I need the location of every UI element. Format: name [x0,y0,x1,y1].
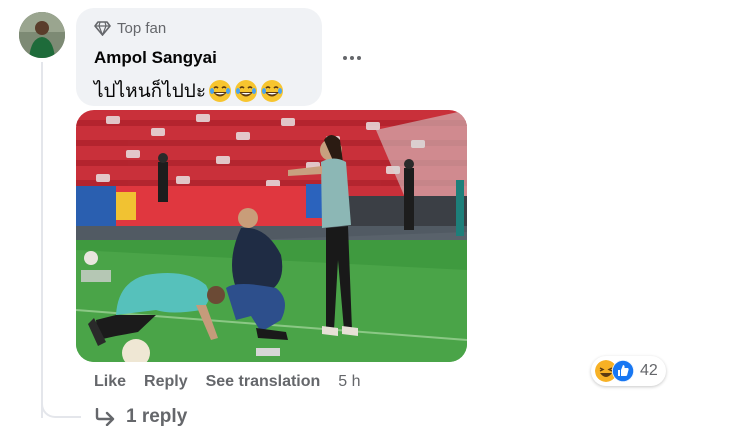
avatar[interactable] [19,12,65,58]
comment-text-body: ไปไหนก็ไปปะ [94,81,207,102]
view-replies-button[interactable]: 1 reply [94,406,187,428]
replies-label[interactable]: 1 reply [126,406,187,428]
thread-connector [41,392,81,418]
top-fan-badge: Top fan [94,20,166,37]
laughing-tears-emoji [234,79,258,103]
more-dot-icon [343,56,347,60]
like-button[interactable]: Like [94,373,126,391]
author-name[interactable]: Ampol Sangyai [94,48,217,68]
comment-photo[interactable] [76,110,467,362]
laughing-tears-emoji [208,79,232,103]
badge-label: Top fan [117,20,167,37]
laughing-tears-emoji [260,79,284,103]
like-reaction-icon [612,360,634,382]
reply-arrow-icon [95,408,115,426]
comment-actions: Like Reply See translation 5 h [94,373,361,391]
see-translation-button[interactable]: See translation [206,373,321,391]
thread-line [41,62,43,418]
reaction-count: 42 [640,362,658,379]
diamond-icon [94,21,111,36]
comment-timestamp[interactable]: 5 h [338,373,360,391]
more-options-button[interactable] [338,48,366,68]
comment-bubble: Top fan Ampol Sangyai ไปไหนก็ไปปะ [76,8,322,106]
reply-button[interactable]: Reply [144,373,188,391]
comment-text: ไปไหนก็ไปปะ [94,76,284,106]
more-dot-icon [357,56,361,60]
more-dot-icon [350,56,354,60]
reaction-summary[interactable]: 42 [591,356,666,386]
